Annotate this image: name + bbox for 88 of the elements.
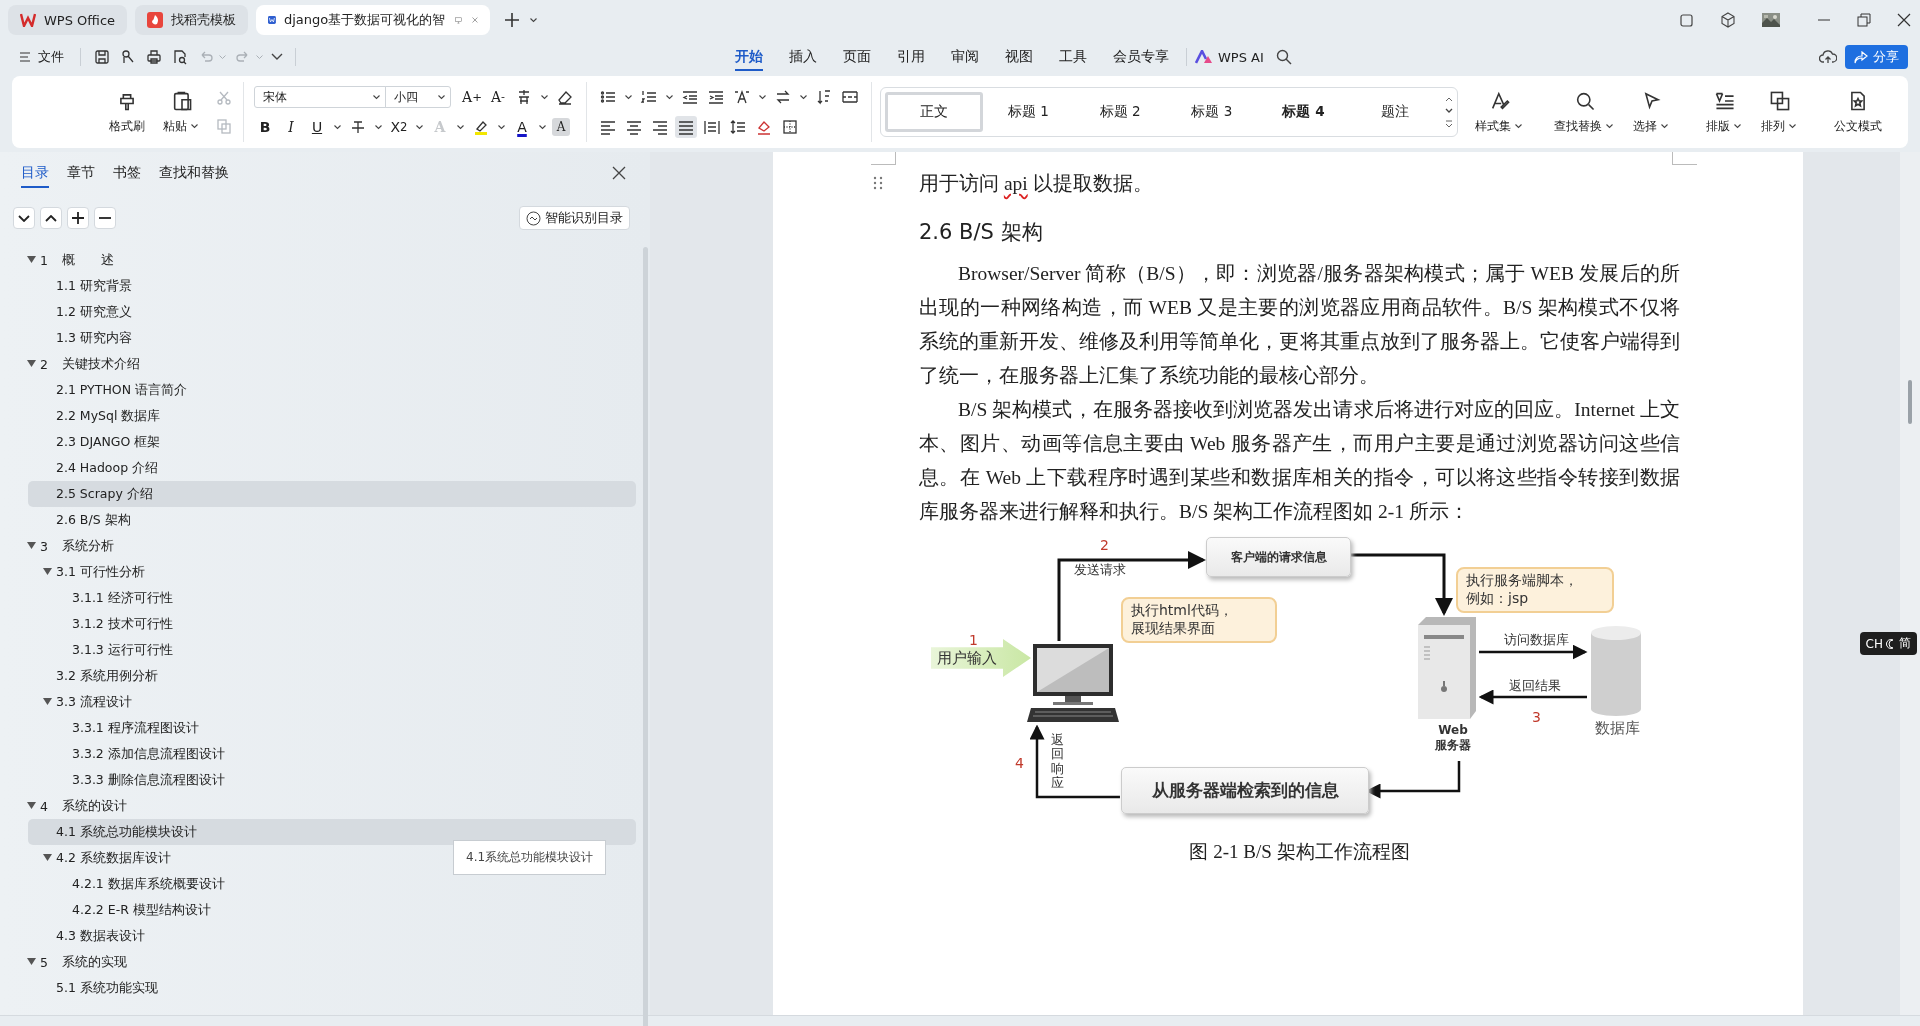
ai-button[interactable]: WPS AI [1195,49,1264,65]
database-label: 数据库 [1595,719,1640,738]
outline-item[interactable]: 3 系统分析 [0,533,114,559]
color-button[interactable]: A [511,116,533,138]
input-method-badge[interactable]: CH 简 [1859,632,1917,655]
outline-item[interactable]: 3.1 可行性分析 [0,559,145,585]
outline-item[interactable]: 4.2 系统数据库设计 [0,845,171,871]
ribbon-tab[interactable]: 审阅 [938,40,992,74]
callout-box: 执行html代码， 展现结果界面 [1121,597,1277,643]
underline-button[interactable]: U [306,116,328,138]
italic-button[interactable]: I [280,116,302,138]
outline-item[interactable]: 3.3.3 删除信息流程图设计 [0,767,225,793]
outline-item[interactable]: 1 概 述 [0,247,114,273]
style-option[interactable]: 标题 4 [1257,92,1350,132]
outline-item[interactable]: 1.2 研究意义 [0,299,132,325]
styleset-button[interactable]: 样式集 [1472,85,1527,139]
arrange-button[interactable]: 排列 [1758,85,1801,139]
font-size-select[interactable]: 小四 [385,86,451,108]
ribbon-tab[interactable]: 视图 [992,40,1046,74]
outline-item[interactable]: 3.1.3 运行可行性 [0,637,173,663]
arrow-label: 返回结果 [1509,677,1561,695]
outline-item[interactable]: 2 关键技术介绍 [0,351,140,377]
arrow-label: 发送请求 [1074,561,1126,579]
style-option[interactable]: 标题 1 [982,92,1075,132]
callout-box: 执行服务端脚本， 例如：jsp [1456,567,1614,613]
outline-item[interactable]: 2.2 MySql 数据库 [0,403,161,429]
style-option[interactable]: 题注 [1349,92,1442,132]
smart-toc-button[interactable]: 智能识别目录 [519,206,630,230]
outline-item[interactable]: 2.1 PYTHON 语言简介 [0,377,187,403]
style-option[interactable]: 标题 2 [1074,92,1166,132]
shade-button[interactable]: A [552,118,570,136]
ribbon-tab[interactable]: 引用 [884,40,938,74]
server-label: Web 服务器 [1435,723,1471,753]
outline-item[interactable]: 3.1.2 技术可行性 [0,611,173,637]
outline-item[interactable]: 2.3 DJANGO 框架 [0,429,161,455]
tooltip: 4.1系统总功能模块设计 [453,840,607,875]
ribbon-tab[interactable]: 工具 [1046,40,1100,74]
bold-button[interactable]: B [254,116,276,138]
ribbon-tab[interactable]: 会员专享 [1100,40,1182,74]
outline-item[interactable]: 3.3.2 添加信息流程图设计 [0,741,225,767]
request-box: 客户端的请求信息 [1206,537,1351,577]
paragraph: Browser/Server 简称（B/S），即：浏览器/服务器架构模式；属于 WEB 发展后的所出现的一种网络构造，而 WEB 又是主要的浏览器应用商品软件。B/S 架构模式不仅将系统的重新开发、维修及利用等简单化，更将其重点放到了服务器上。它使客户端得到了统一，在服务器上汇集了系统功能的最核心部分。 [919,262,1680,388]
pane-tab[interactable]: 查找和替换 [150,158,238,188]
font-family-select[interactable]: 宋体 [254,86,386,108]
outline-item[interactable]: 3.2 系统用例分析 [0,663,158,689]
outline-item[interactable]: 5 系统的实现 [0,949,127,975]
outline-item[interactable]: 1.1 研究背景 [0,273,132,299]
layout-button[interactable]: 排版 [1703,85,1746,139]
pane-tab[interactable]: 章节 [58,158,104,188]
outline-item[interactable]: 3.3 流程设计 [0,689,132,715]
outline-item[interactable]: 1.3 研究内容 [0,325,132,351]
step-number: 1 [969,632,978,648]
format-painter-button[interactable]: 格式刷 [106,85,148,139]
result-box: 从服务器端检索到的信息 [1121,767,1369,814]
outline-item[interactable]: 4.2.1 数据库系统概要设计 [0,871,225,897]
style-option[interactable]: 正文 [885,92,983,132]
outline-item[interactable]: 4.3 数据表设计 [0,923,145,949]
file-menu[interactable]: 文件 [16,46,68,68]
paragraph: B/S 架构模式，在服务器接收到浏览器发出请求后将进行对应的回应。Internet 上文本、图片、动画等信息主要由 Web 服务器产生，而用户主要是通过浏览器访问这些信息。在 Web 上下载程序时遇到某些和数据库相关的指令，可以将这些指令转接到数据库服务器来进行解释和执行。B/S 架构工作流程图如 2-1 所示： [919,398,1680,524]
step-number: 4 [1015,755,1024,771]
step-number: 2 [1100,537,1109,553]
ribbon-tab[interactable]: 页面 [830,40,884,74]
ribbon-tab[interactable]: 插入 [776,40,830,74]
outline-item[interactable]: 5.1 系统功能实现 [0,975,158,1001]
document-tab[interactable]: 找稻壳模板 [135,5,249,35]
pane-tab[interactable]: 目录 [12,158,58,188]
pane-tab[interactable]: 书签 [104,158,150,188]
official-button[interactable]: 公文模式 [1831,85,1885,139]
outline-item[interactable]: 4.2.2 E-R 模型结构设计 [0,897,211,923]
outline-item[interactable]: 2.5 Scrapy 介绍 [0,481,636,507]
arrow-label: 返回响应 [1051,733,1064,791]
find-button[interactable]: 查找替换 [1551,85,1618,139]
paragraph: 用于访问 api 以提取数据。 [919,172,1154,196]
share-button[interactable]: 分享 [1845,45,1908,69]
section-heading: 2.6 B/S 架构 [919,219,1044,246]
outline-item[interactable]: 3.3.1 程序流程图设计 [0,715,199,741]
ribbon-tab[interactable]: 开始 [722,40,776,74]
outline-item[interactable]: 4 系统的设计 [0,793,127,819]
select-button[interactable]: 选择 [1630,85,1673,139]
outline-item[interactable]: 2.4 Hadoop 介绍 [0,455,159,481]
paste-button[interactable]: 粘贴 [160,85,203,139]
outline-item[interactable]: 2.6 B/S 架构 [0,507,131,533]
style-option[interactable]: 标题 3 [1166,92,1258,132]
figure-caption: 图 2-1 B/S 架构工作流程图 [1188,840,1411,864]
document-tab[interactable]: WPS Office [8,5,128,35]
arrow-label: 访问数据库 [1504,631,1569,649]
step-number: 3 [1532,709,1541,725]
outline-item[interactable]: 3.1.1 经济可行性 [0,585,173,611]
